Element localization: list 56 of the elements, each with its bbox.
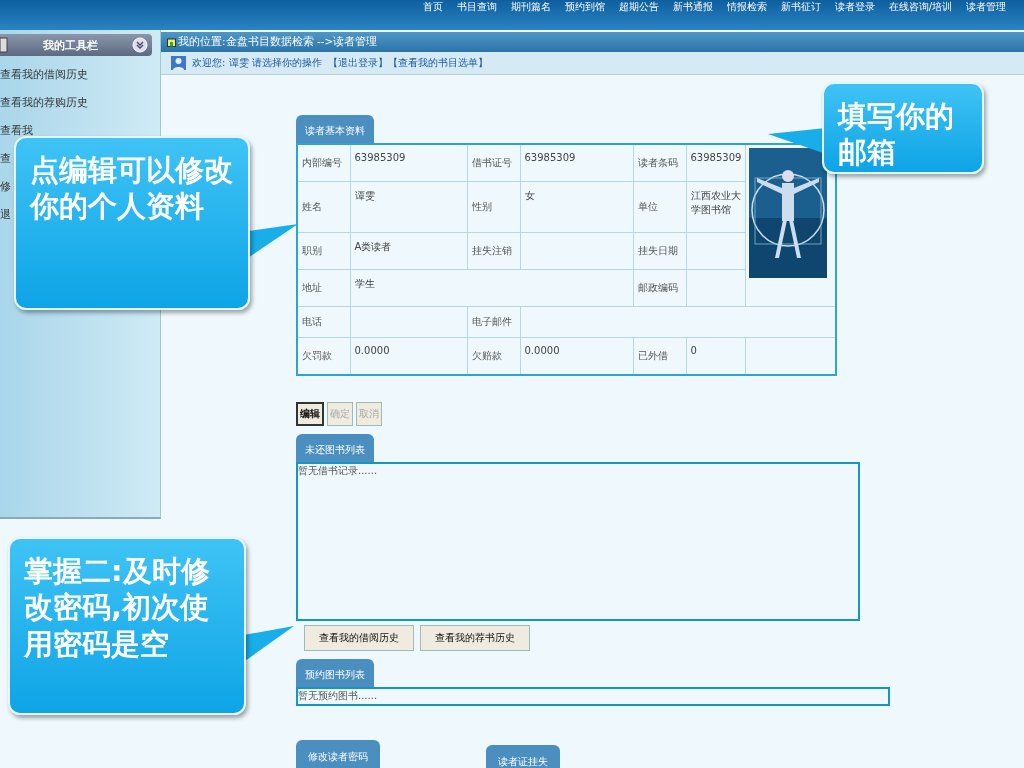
sidebar-link[interactable]: 查看我 xyxy=(0,123,33,137)
field-value: 63985309 xyxy=(350,144,467,182)
section-tab[interactable]: 读者证挂失 xyxy=(486,745,560,768)
callout: 掌握二:及时修改密码,初次使用密码是空 xyxy=(8,537,246,715)
field-label: 邮政编码 xyxy=(633,269,686,307)
collapse-icon[interactable] xyxy=(132,37,148,53)
callout: 点编辑可以修改你的个人资料 xyxy=(14,136,250,310)
nav-link[interactable]: 书目查询 xyxy=(456,0,497,14)
field-label: 内部编号 xyxy=(297,144,350,182)
nav-link[interactable]: 超期公告 xyxy=(618,0,659,14)
empty-message: 暂无借书记录...... xyxy=(298,465,378,476)
user-icon xyxy=(171,56,186,70)
nav-link[interactable]: 期刊篇名 xyxy=(510,0,551,14)
field-label: 单位 xyxy=(633,181,686,233)
nav-link[interactable]: 在线咨询/培训 xyxy=(888,0,952,14)
sidebar-link[interactable]: 退 xyxy=(0,207,11,221)
toolbox-icon xyxy=(0,36,8,54)
field-label: 读者条码 xyxy=(633,144,686,182)
header-link[interactable]: 【退出登录】 xyxy=(327,56,388,70)
field-label: 职别 xyxy=(297,232,350,270)
nav-link[interactable]: 读者登录 xyxy=(834,0,875,14)
field-value: 女 xyxy=(520,181,633,233)
sidebar-link[interactable]: 查看我的借阅历史 xyxy=(0,67,88,81)
field-label: 地址 xyxy=(297,269,350,307)
sidebar-link[interactable]: 查看我的荐购历史 xyxy=(0,95,88,109)
field-value: 谭雯 xyxy=(350,181,467,233)
field-label: 电子邮件 xyxy=(467,306,520,338)
welcome-text: 欢迎您: 谭雯 请选择你的操作 xyxy=(192,56,322,70)
breadcrumb-text: 我的位置:金盘书目数据检索 -->读者管理 xyxy=(178,35,378,49)
field-value: A类读者 xyxy=(350,232,467,270)
field-value: 63985309 xyxy=(686,144,745,182)
field-label: 挂失日期 xyxy=(633,232,686,270)
callout: 填写你的邮箱 xyxy=(822,82,984,174)
history-button[interactable]: 查看我的荐书历史 xyxy=(420,625,530,651)
form-button[interactable]: 编辑 xyxy=(296,402,324,426)
field-label: 电话 xyxy=(297,306,350,338)
header-link[interactable]: 【查看我的书目选单】 xyxy=(387,56,488,70)
nav-link[interactable]: 新书征订 xyxy=(780,0,821,14)
sidebar-title: 我的工具栏 xyxy=(41,37,99,53)
home-icon xyxy=(167,37,176,47)
field-label: 姓名 xyxy=(297,181,350,233)
field-label: 性别 xyxy=(467,181,520,233)
sidebar-link[interactable]: 修 xyxy=(0,179,11,193)
nav-link[interactable]: 新书通报 xyxy=(672,0,713,14)
field-label: 借书证号 xyxy=(467,144,520,182)
field-label: 挂失注销 xyxy=(467,232,520,270)
nav-link[interactable]: 读者管理 xyxy=(966,0,1006,14)
sidebar-link[interactable]: 查 xyxy=(0,151,11,165)
section-tab[interactable]: 修改读者密码 xyxy=(296,740,380,768)
empty-message: 暂无预约图书...... xyxy=(298,690,378,701)
nav-link[interactable]: 预约到馆 xyxy=(564,0,605,14)
field-value: 学生 xyxy=(350,269,633,307)
nav-link[interactable]: 情报检索 xyxy=(726,0,767,14)
field-value: 63985309 xyxy=(520,144,633,182)
nav-link[interactable]: 首页 xyxy=(422,0,443,14)
history-button[interactable]: 查看我的借阅历史 xyxy=(304,625,414,651)
